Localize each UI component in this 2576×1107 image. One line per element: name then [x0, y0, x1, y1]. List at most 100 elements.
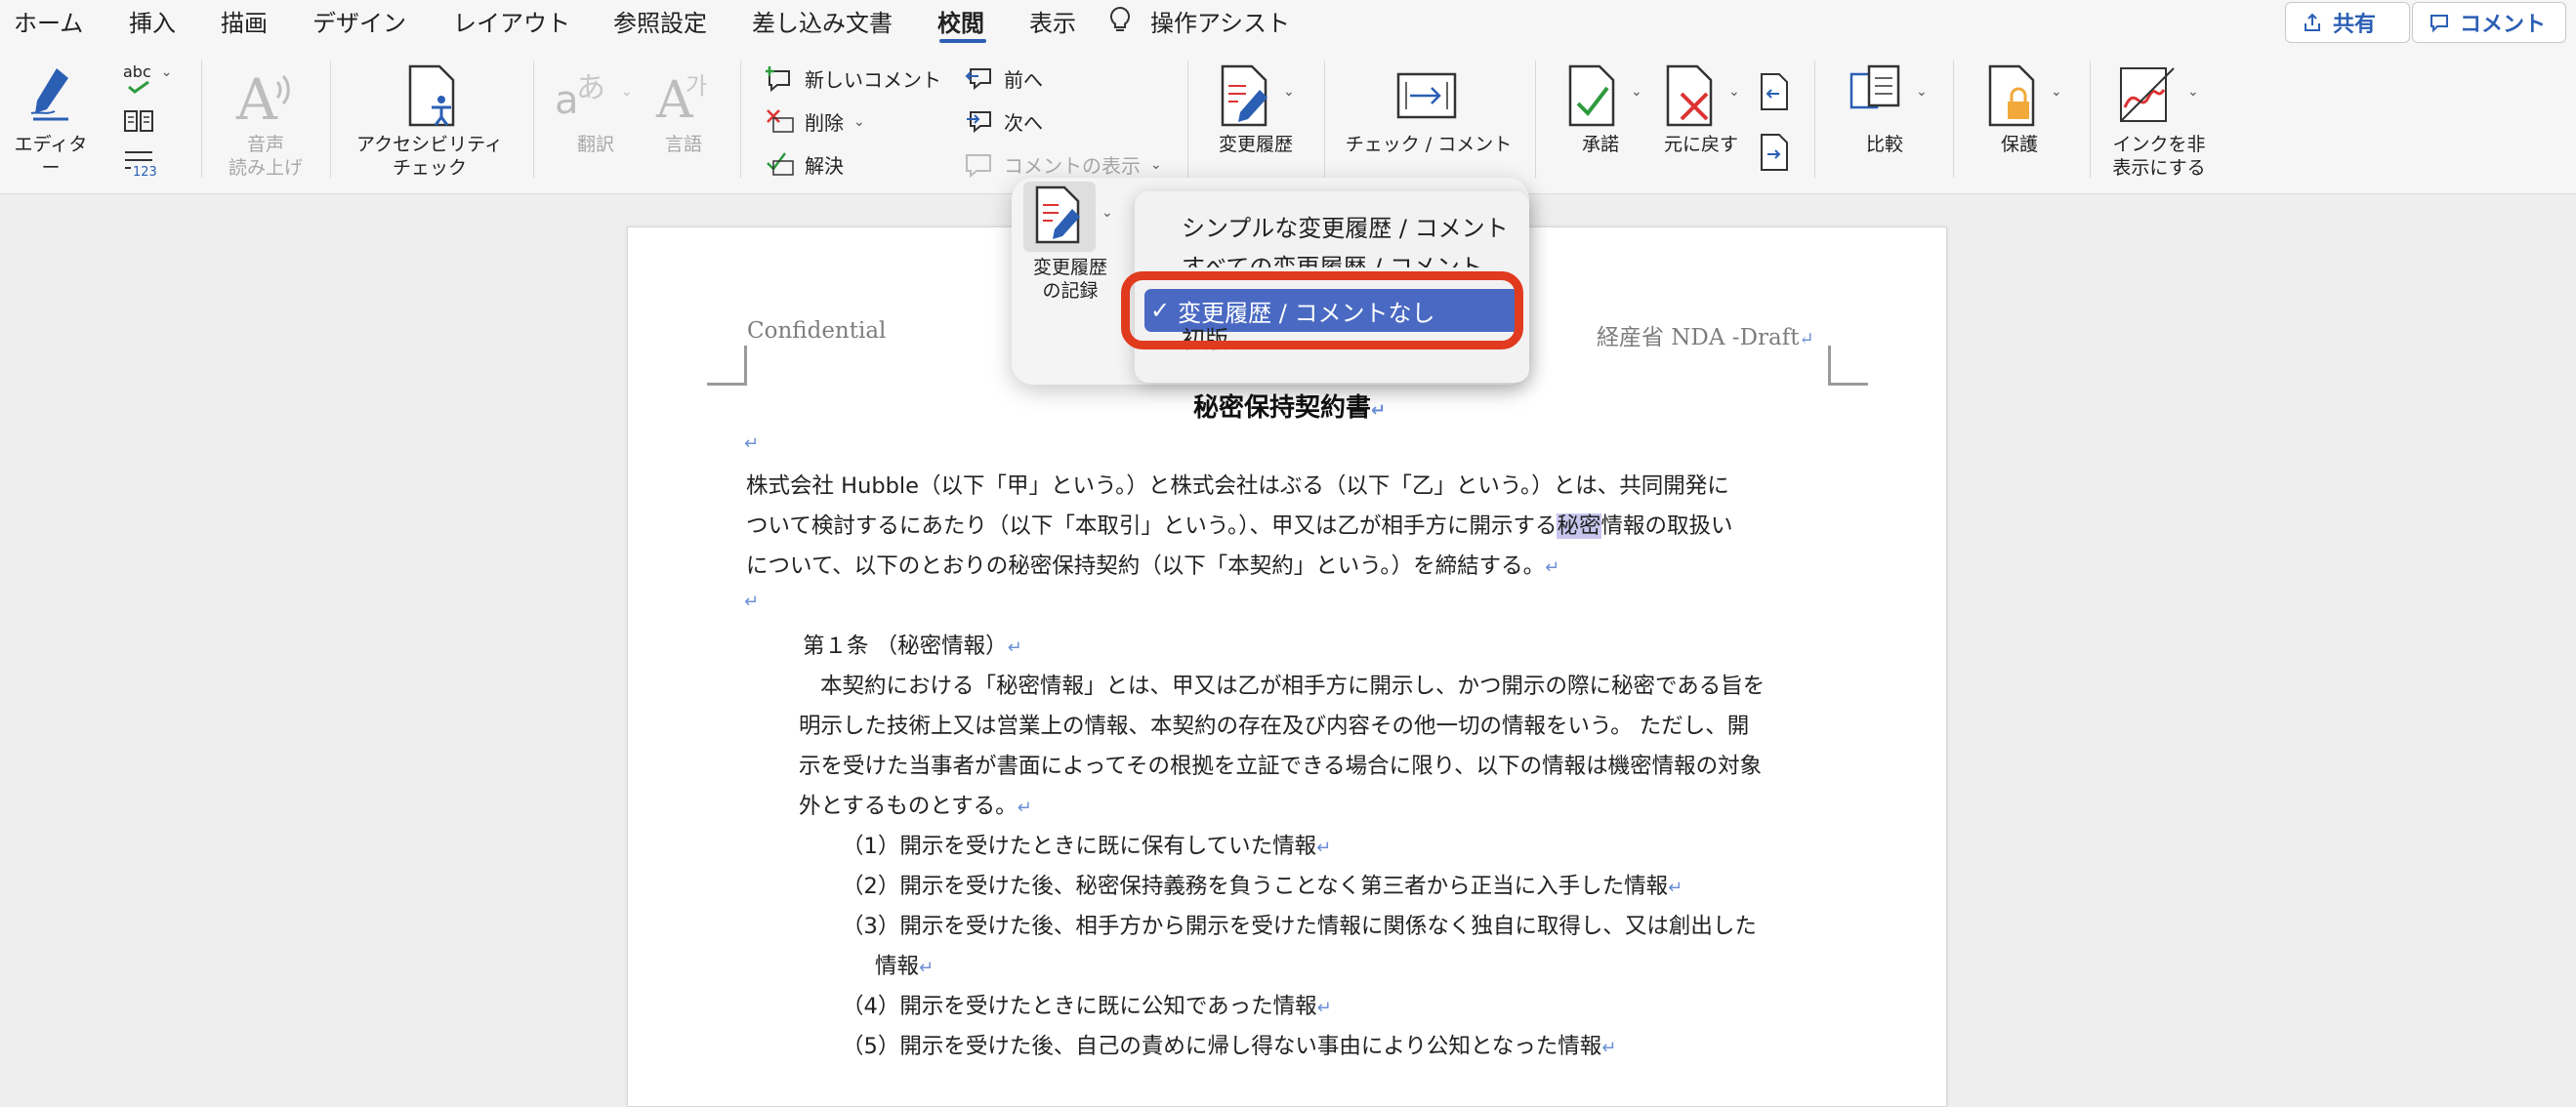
- paragraph-mark: ↵: [744, 592, 760, 612]
- spelling-icon: abc: [123, 62, 151, 81]
- tab-home[interactable]: ホーム: [14, 4, 83, 38]
- chevron-down-icon: ⌄: [1150, 156, 1162, 173]
- show-comments-button[interactable]: コメントの表示 ⌄: [965, 150, 1162, 179]
- article-1-line-2: 明示した技術上又は営業上の情報、本契約の存在及び内容その他一切の情報をいう。 た…: [799, 714, 1750, 739]
- svg-text:あ: あ: [576, 71, 605, 105]
- markup-option-all[interactable]: すべての変更履歴 / コメント: [1182, 248, 1483, 267]
- resolve-icon: [766, 151, 795, 179]
- tab-draw[interactable]: 描画: [221, 4, 268, 38]
- comments-button[interactable]: コメント: [2412, 2, 2566, 43]
- share-label: 共有: [2333, 13, 2377, 37]
- previous-arrow-icon: [965, 65, 994, 93]
- svg-text:가: 가: [686, 72, 707, 100]
- list-item: （5）開示を受けた後、自己の責めに帰し得ない事由により公知となった情報↵: [842, 1034, 1617, 1059]
- active-tab-indicator: [939, 39, 986, 43]
- header-left-text: Confidential: [747, 318, 887, 344]
- intro-line-1: 株式会社 Hubble（以下「甲」という。）と株式会社はぶる（以下「乙」という。…: [746, 473, 1729, 499]
- protect-button[interactable]: 保護: [1990, 133, 2049, 156]
- track-record-icon: [1033, 185, 1086, 246]
- check-comment-button[interactable]: チェック / コメント: [1338, 133, 1519, 156]
- next-comment-button[interactable]: 次へ: [965, 107, 1043, 136]
- chevron-down-icon[interactable]: ⌄: [1101, 205, 1113, 221]
- margin-corner-left: [707, 346, 747, 386]
- accessibility-icon: [406, 64, 461, 129]
- read-aloud-button[interactable]: 音声 読み上げ: [217, 133, 314, 180]
- markup-option-simple[interactable]: シンプルな変更履歴 / コメント: [1182, 209, 1509, 243]
- comments-label: コメント: [2460, 13, 2547, 37]
- new-comment-icon: [766, 65, 795, 93]
- chevron-down-icon: ⌄: [1916, 84, 1928, 100]
- translate-button[interactable]: 翻訳: [566, 133, 625, 156]
- hide-ink-button[interactable]: インクを非 表示にする: [2105, 133, 2213, 180]
- track-changes-button[interactable]: 変更履歴: [1207, 133, 1305, 156]
- thesaurus-icon[interactable]: [123, 107, 154, 135]
- chevron-down-icon: ⌄: [853, 113, 865, 130]
- list-item: （3）開示を受けた後、相手方から開示を受けた情報に関係なく独自に取得し、又は創出…: [842, 914, 1757, 939]
- spelling-button[interactable]: abc ⌄: [123, 62, 173, 81]
- chevron-down-icon: ⌄: [2051, 84, 2062, 100]
- header-right-text: 経産省 NDA -Draft↵: [1597, 325, 1814, 350]
- chevron-down-icon: ⌄: [1728, 84, 1740, 100]
- tab-review[interactable]: 校閲: [937, 4, 984, 38]
- chevron-down-icon: ⌄: [2187, 84, 2199, 100]
- intro-line-3: について、以下のとおりの秘密保持契約（以下「本契約」という。）を締結する。↵: [746, 554, 1560, 579]
- article-1-line-4: 外とするものとする。↵: [799, 794, 1032, 819]
- document-title: 秘密保持契約書↵: [1193, 393, 1387, 423]
- svg-text:123: 123: [133, 165, 156, 178]
- previous-label: 前へ: [1004, 68, 1043, 92]
- next-arrow-icon: [965, 108, 994, 136]
- delete-comment-button[interactable]: 削除 ⌄: [766, 107, 865, 136]
- chevron-down-icon: ⌄: [1631, 84, 1642, 100]
- new-comment-label: 新しいコメント: [805, 68, 941, 92]
- reject-icon: [1664, 64, 1719, 129]
- next-change-icon[interactable]: [1758, 133, 1791, 172]
- tell-me-search[interactable]: 操作アシスト: [1150, 4, 1290, 38]
- resolve-button[interactable]: 解決: [766, 150, 844, 179]
- hide-ink-icon: [2119, 64, 2180, 125]
- article-1-heading: 第１条 （秘密情報）↵: [803, 634, 1022, 659]
- lightbulb-icon: [1108, 6, 1132, 35]
- comment-icon: [2429, 12, 2450, 33]
- check-icon: [127, 80, 150, 94]
- accept-button[interactable]: 承諾: [1566, 133, 1635, 156]
- paragraph-mark: ↵: [744, 433, 760, 454]
- show-comments-icon: [965, 151, 994, 179]
- language-icon: A가: [654, 64, 715, 123]
- share-button[interactable]: 共有: [2285, 2, 2410, 43]
- protect-icon: [1986, 64, 2041, 129]
- track-record-label: 変更履歴 の記録: [1032, 257, 1107, 302]
- list-item: （2）開示を受けた後、秘密保持義務を負うことなく第三者から正当に入手した情報↵: [842, 874, 1683, 899]
- reject-button[interactable]: 元に戻す: [1654, 133, 1748, 156]
- previous-change-icon[interactable]: [1758, 72, 1791, 111]
- accept-icon: [1566, 64, 1621, 129]
- editor-icon: [27, 64, 74, 125]
- list-item: （4）開示を受けたときに既に公知であった情報↵: [842, 994, 1332, 1019]
- accessibility-button[interactable]: アクセシビリティ チェック: [344, 133, 516, 180]
- chevron-down-icon: ⌄: [1283, 84, 1295, 100]
- highlight-box: [1121, 271, 1523, 349]
- compare-icon: [1848, 64, 1910, 129]
- chevron-down-icon: ⌄: [160, 63, 173, 80]
- delete-comment-icon: [766, 108, 795, 136]
- tab-view[interactable]: 表示: [1029, 4, 1076, 38]
- language-button[interactable]: 言語: [654, 133, 713, 156]
- tab-mailings[interactable]: 差し込み文書: [752, 4, 893, 38]
- word-count-icon[interactable]: 123: [123, 148, 156, 178]
- tab-references[interactable]: 参照設定: [613, 4, 707, 38]
- tab-design[interactable]: デザイン: [312, 4, 406, 38]
- previous-comment-button[interactable]: 前へ: [965, 64, 1043, 93]
- list-item: （1）開示を受けたときに既に保有していた情報↵: [842, 834, 1332, 859]
- share-icon: [2302, 12, 2323, 33]
- delete-label: 削除: [805, 111, 844, 135]
- tab-insert[interactable]: 挿入: [129, 4, 176, 38]
- show-comments-label: コメントの表示: [1004, 154, 1141, 178]
- track-changes-icon: [1219, 64, 1273, 129]
- read-aloud-icon: A: [234, 66, 297, 125]
- editor-button[interactable]: エディター: [12, 133, 90, 180]
- next-label: 次へ: [1004, 111, 1043, 135]
- resolve-label: 解決: [805, 154, 844, 178]
- highlighted-text: 秘密: [1557, 513, 1601, 539]
- new-comment-button[interactable]: 新しいコメント: [766, 64, 941, 93]
- tab-layout[interactable]: レイアウト: [453, 4, 570, 38]
- compare-button[interactable]: 比較: [1855, 133, 1914, 156]
